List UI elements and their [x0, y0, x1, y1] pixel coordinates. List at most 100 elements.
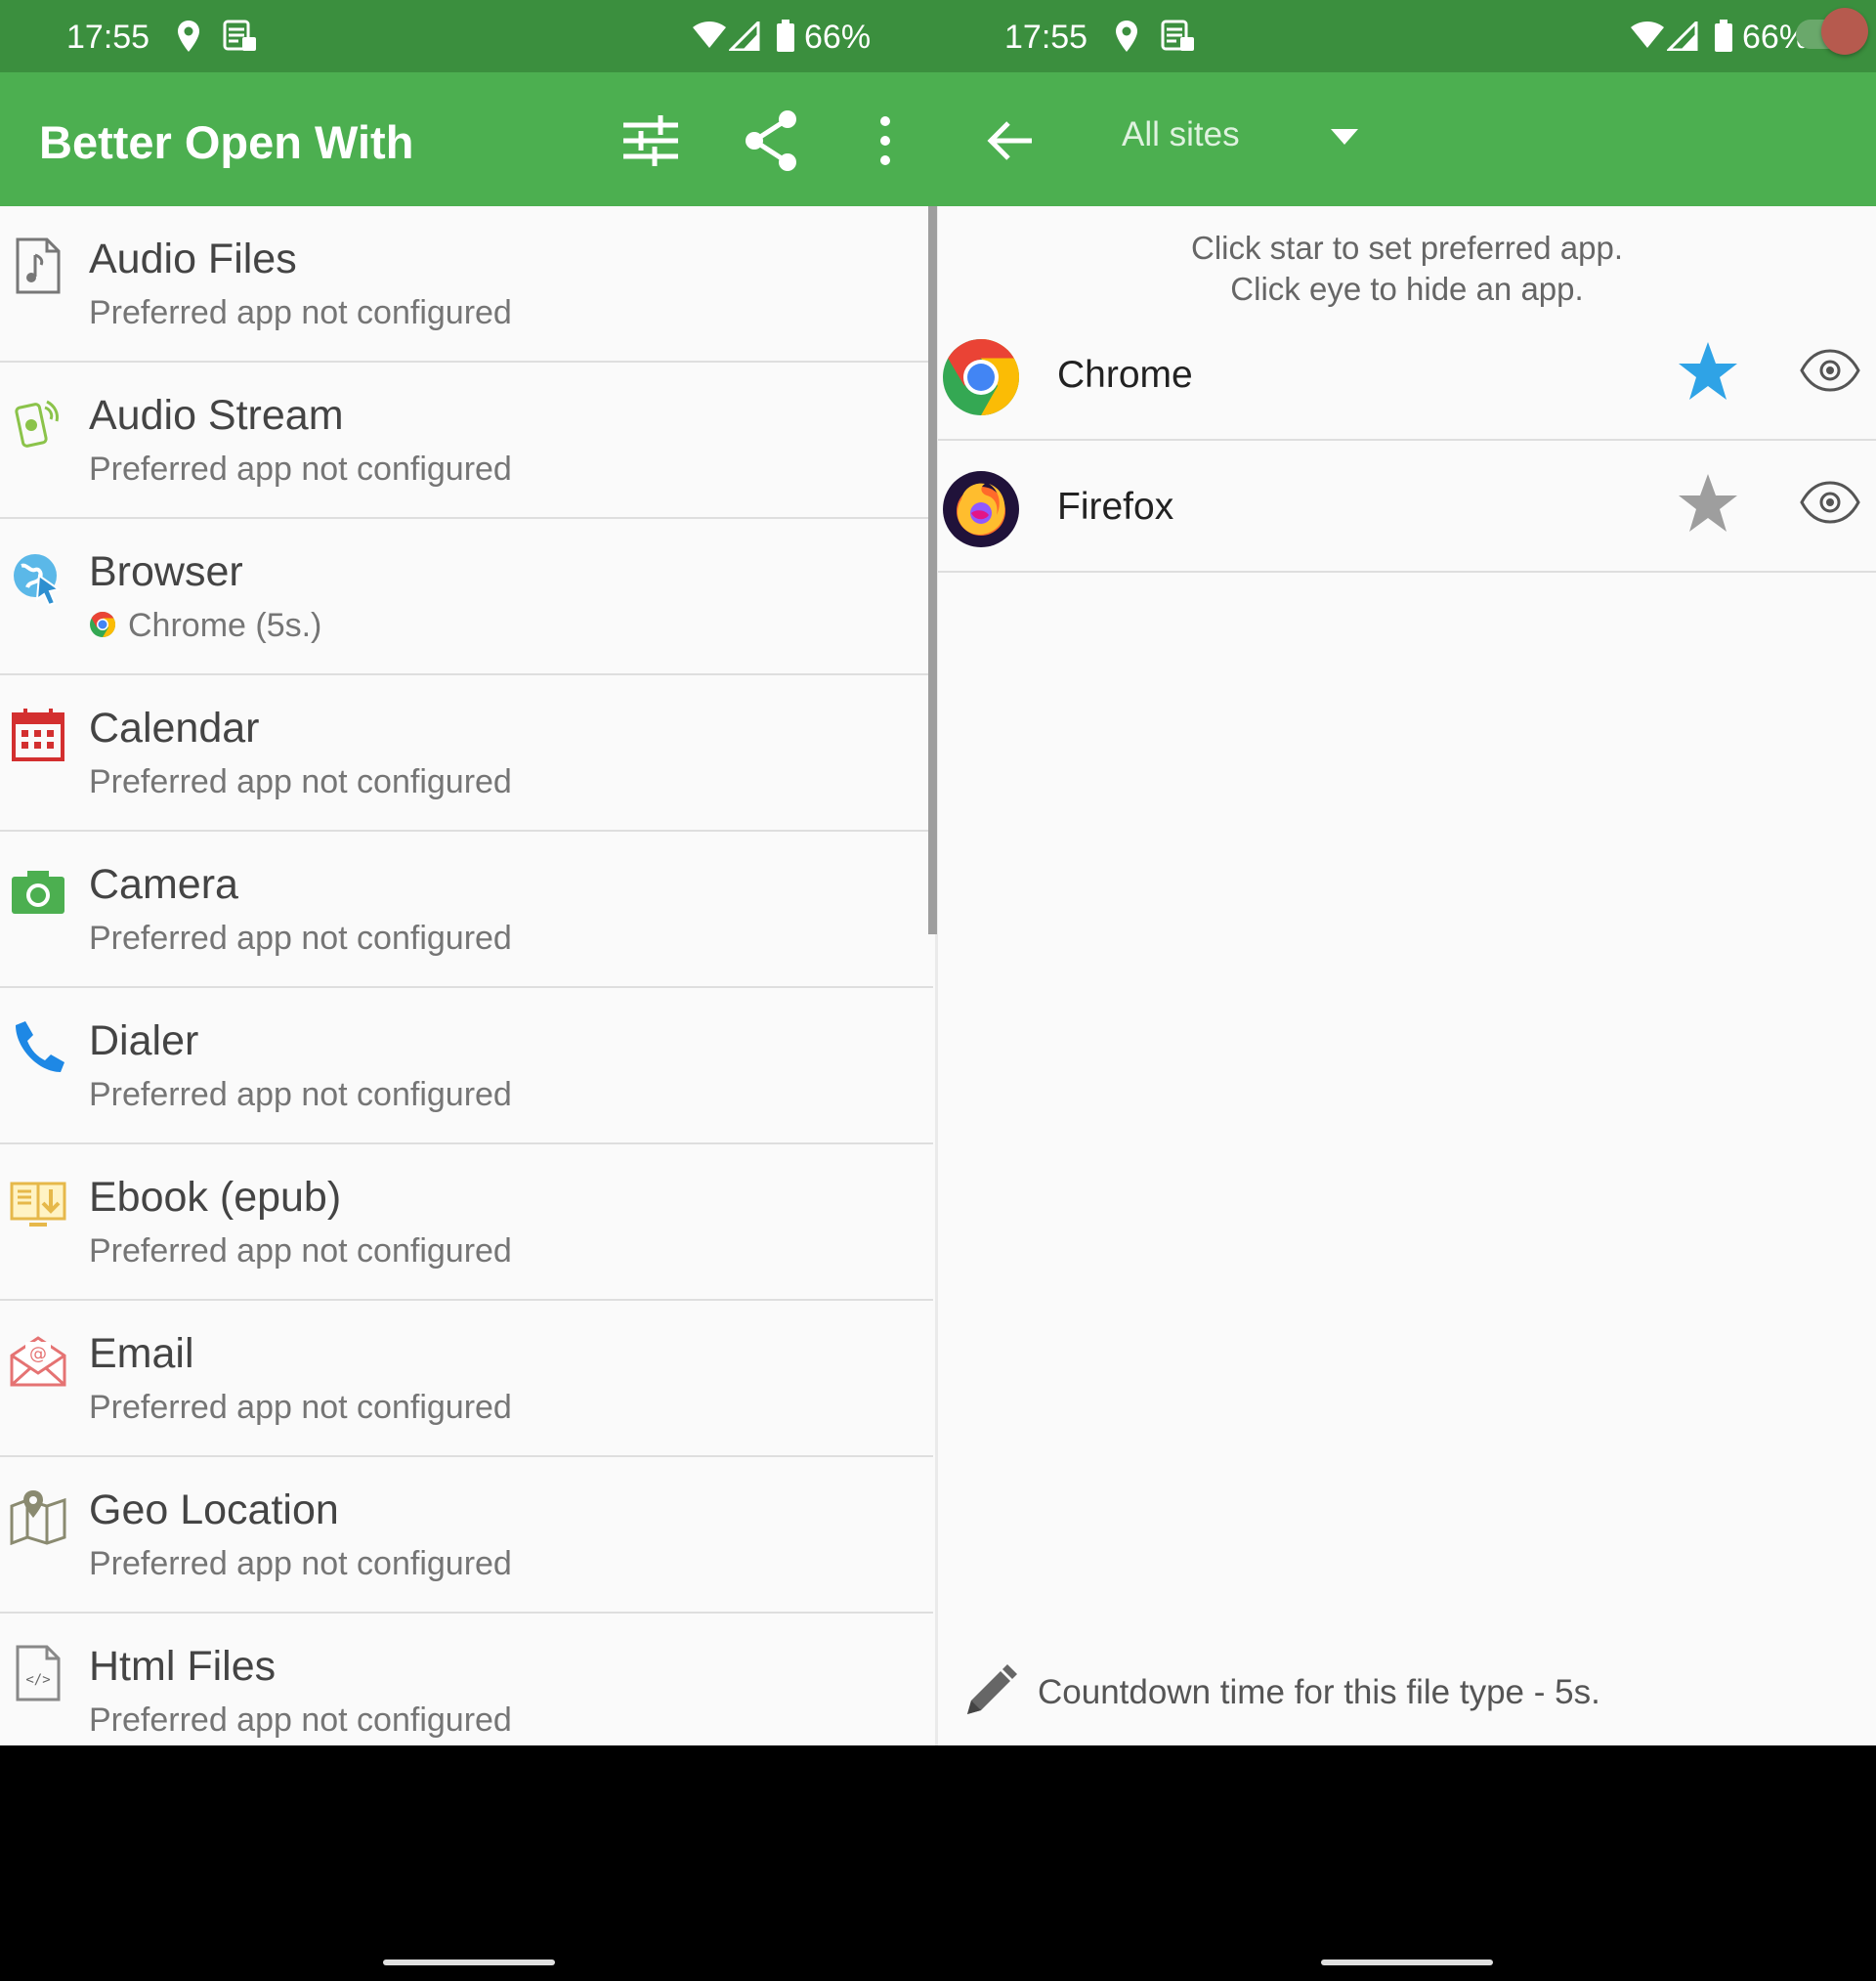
scrollbar[interactable] [928, 206, 937, 934]
gesture-nav-bar[interactable] [383, 1959, 555, 1965]
list-item-subtitle: Preferred app not configured [89, 451, 512, 489]
list-item-subtitle-text: Preferred app not configured [89, 451, 512, 488]
list-item-subtitle: Chrome (5s.) [89, 607, 321, 645]
instructions: Click star to set preferred app. Click e… [938, 228, 1876, 310]
browser-globe-icon [10, 550, 66, 607]
chevron-down-icon[interactable] [1331, 129, 1358, 145]
eye-icon[interactable] [1800, 346, 1860, 395]
app-row-chrome[interactable]: Chrome [938, 309, 1876, 441]
calendar-icon [10, 707, 66, 763]
right-screen: 17:55 66% All sites Click star to set pr… [938, 0, 1876, 1745]
list-item[interactable]: Calendar Preferred app not configured [0, 675, 933, 832]
list-item-title: Audio Stream [89, 392, 344, 439]
phone-icon [10, 1019, 66, 1076]
list-item-subtitle-text: Preferred app not configured [89, 294, 512, 331]
list-item-title: Calendar [89, 705, 260, 752]
html-file-icon: </> [10, 1645, 66, 1701]
list-item-subtitle-text: Preferred app not configured [89, 1232, 512, 1270]
sim-data-icon [1161, 20, 1194, 51]
list-item-subtitle: Preferred app not configured [89, 1076, 512, 1114]
chrome-logo-icon [943, 339, 1020, 415]
list-item-subtitle-text: Preferred app not configured [89, 1076, 512, 1113]
list-item-title: Ebook (epub) [89, 1174, 342, 1221]
email-icon: @ [10, 1332, 66, 1389]
list-item-subtitle: Preferred app not configured [89, 1545, 512, 1583]
svg-text:</>: </> [25, 1672, 50, 1688]
list-item-subtitle-text: Preferred app not configured [89, 1701, 512, 1739]
list-item-title: Camera [89, 861, 238, 908]
list-item[interactable]: Audio Stream Preferred app not configured [0, 363, 933, 519]
list-item[interactable]: @ Email Preferred app not configured [0, 1301, 933, 1457]
list-item-subtitle: Preferred app not configured [89, 763, 512, 801]
list-item[interactable]: Browser Chrome (5s.) [0, 519, 933, 675]
app-row-firefox[interactable]: Firefox [938, 441, 1876, 573]
signal-icon [729, 22, 760, 51]
app-name-firefox: Firefox [1057, 486, 1174, 528]
list-item[interactable]: </> Html Files Preferred app not configure… [0, 1614, 933, 1745]
more-vert-icon[interactable] [856, 109, 915, 172]
hint-line-1: Click star to set preferred app. [1190, 230, 1624, 266]
signal-icon [1667, 22, 1698, 51]
list-item-subtitle-text: Preferred app not configured [89, 920, 512, 957]
list-item-title: Dialer [89, 1017, 199, 1064]
site-filter-dropdown[interactable]: All sites [1122, 115, 1240, 154]
status-bar: 17:55 66% [0, 0, 938, 72]
eye-icon[interactable] [1800, 478, 1860, 527]
battery-icon [1715, 20, 1732, 52]
list-item-subtitle: Preferred app not configured [89, 1232, 512, 1270]
left-screen: 17:55 66% Better Open With Audio Files Pr… [0, 0, 938, 1745]
countdown-label: Countdown time for this file type - 5s. [1038, 1673, 1600, 1711]
app-title: Better Open With [39, 116, 414, 168]
location-icon [1116, 21, 1137, 52]
list-item-title: Geo Location [89, 1486, 339, 1533]
share-icon[interactable] [743, 109, 801, 172]
app-bar: All sites [938, 72, 1876, 206]
list-item-subtitle: Preferred app not configured [89, 294, 512, 332]
list-item-title: Html Files [89, 1643, 277, 1690]
list-item-subtitle-text: Chrome (5s.) [128, 607, 322, 644]
list-item-title: Email [89, 1330, 194, 1377]
audio-file-icon [10, 237, 66, 294]
list-item[interactable]: Geo Location Preferred app not configured [0, 1457, 933, 1614]
hint-line-2: Click eye to hide an app. [1230, 271, 1584, 307]
back-arrow-icon[interactable] [983, 109, 1038, 172]
list-item-subtitle-text: Preferred app not configured [89, 763, 512, 800]
tune-icon[interactable] [621, 109, 680, 172]
app-name-chrome: Chrome [1057, 354, 1193, 396]
list-item[interactable]: Audio Files Preferred app not configured [0, 206, 933, 363]
firefox-logo-icon [943, 471, 1019, 547]
sim-data-icon [223, 20, 256, 51]
wifi-icon [693, 22, 726, 48]
audio-stream-icon [10, 394, 66, 451]
list-item[interactable]: Camera Preferred app not configured [0, 832, 933, 988]
list-item-title: Audio Files [89, 236, 297, 282]
pencil-icon[interactable] [961, 1663, 1018, 1720]
app-bar: Better Open With [0, 72, 938, 206]
countdown-setting[interactable]: Countdown time for this file type - 5s. [938, 1661, 1876, 1732]
ebook-icon [10, 1176, 66, 1232]
list-item[interactable]: Dialer Preferred app not configured [0, 988, 933, 1144]
list-item-subtitle-text: Preferred app not configured [89, 1545, 512, 1582]
list-item[interactable]: Ebook (epub) Preferred app not configured [0, 1144, 933, 1301]
gesture-nav-bar[interactable] [1321, 1959, 1493, 1965]
category-list: Audio Files Preferred app not configured A… [0, 206, 933, 1745]
list-item-subtitle: Preferred app not configured [89, 920, 512, 958]
status-time: 17:55 [1004, 19, 1088, 56]
map-pin-icon [10, 1488, 66, 1546]
battery-icon [777, 20, 794, 52]
list-item-subtitle: Preferred app not configured [89, 1389, 512, 1427]
enable-toggle-thumb[interactable] [1821, 8, 1868, 55]
list-item-subtitle-text: Preferred app not configured [89, 1389, 512, 1426]
list-item-title: Browser [89, 548, 243, 595]
battery-percent: 66% [804, 19, 872, 56]
status-bar: 17:55 66% [938, 0, 1876, 72]
camera-icon [10, 863, 66, 920]
star-icon[interactable] [1677, 340, 1739, 403]
star-icon[interactable] [1677, 472, 1739, 535]
status-time: 17:55 [66, 19, 150, 56]
location-icon [178, 21, 199, 52]
chrome-mini-icon [90, 612, 116, 638]
svg-text:@: @ [29, 1344, 47, 1364]
list-item-subtitle: Preferred app not configured [89, 1701, 512, 1740]
wifi-icon [1631, 22, 1664, 48]
